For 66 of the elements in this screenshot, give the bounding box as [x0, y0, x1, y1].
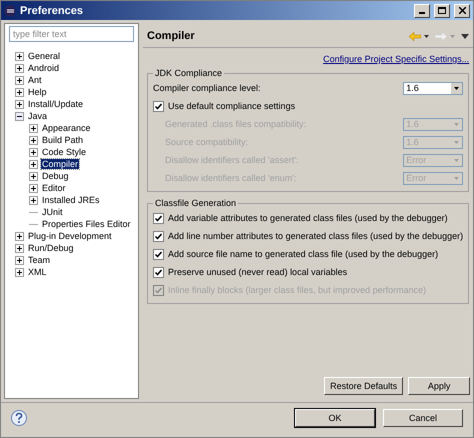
- expand-icon[interactable]: [29, 184, 38, 192]
- expand-icon[interactable]: [29, 136, 38, 144]
- tree-item[interactable]: General: [27, 51, 62, 61]
- close-button[interactable]: [454, 4, 470, 18]
- tree-item[interactable]: Plug-in Development: [27, 231, 113, 241]
- tree-item[interactable]: Run/Debug: [27, 243, 75, 253]
- tree-item[interactable]: Build Path: [41, 135, 84, 145]
- tree-item[interactable]: Compiler: [41, 159, 80, 169]
- tree-item[interactable]: Java: [27, 111, 48, 121]
- tree-item[interactable]: Appearance: [41, 123, 92, 133]
- expand-icon[interactable]: [15, 232, 24, 240]
- tree-item[interactable]: Android: [27, 63, 60, 73]
- tree-item[interactable]: JUnit: [41, 207, 64, 217]
- tree-item[interactable]: Team: [27, 255, 52, 265]
- checkbox-label: Add source file name to generated class file (used by the debugger): [168, 249, 440, 259]
- tree-item[interactable]: Properties Files Editor: [41, 219, 132, 229]
- tree-item[interactable]: Code Style: [41, 147, 88, 157]
- expand-icon[interactable]: [15, 256, 24, 264]
- window-title: Preferences: [20, 4, 84, 16]
- expand-icon[interactable]: [29, 172, 38, 180]
- dropdown-icon[interactable]: [424, 34, 430, 38]
- checkbox-label: Use default compliance settings: [168, 101, 296, 111]
- expand-icon[interactable]: [15, 64, 24, 72]
- checkbox-label: Add variable attributes to generated class files (used by the debugger): [168, 213, 449, 223]
- expand-icon[interactable]: [15, 244, 24, 252]
- help-icon[interactable]: [11, 410, 27, 426]
- checkbox[interactable]: [153, 266, 164, 278]
- configure-link[interactable]: Configure Project Specific Settings...: [323, 54, 470, 64]
- filter-field[interactable]: type filter text: [9, 26, 134, 42]
- page-title: Compiler: [147, 30, 196, 42]
- checkbox[interactable]: [153, 248, 164, 260]
- maximize-button[interactable]: [434, 4, 450, 18]
- tree-item[interactable]: Install/Update: [27, 99, 84, 109]
- tree-item[interactable]: Help: [27, 87, 48, 97]
- dialog-button[interactable]: Cancel: [383, 409, 463, 427]
- checkbox[interactable]: [153, 230, 164, 242]
- collapse-icon[interactable]: [15, 112, 24, 120]
- checkbox-label: Add line number attributes to generated class files (used by the debugger): [168, 231, 464, 241]
- checkbox-label: Preserve unused (never read) local variables: [168, 267, 348, 277]
- field-label: Compiler compliance level:: [153, 83, 262, 93]
- expand-icon[interactable]: [15, 88, 24, 96]
- view-menu-icon[interactable]: [461, 34, 470, 38]
- tree-item[interactable]: XML: [27, 267, 48, 277]
- dialog-button[interactable]: OK: [295, 409, 375, 427]
- checkbox[interactable]: [153, 212, 164, 224]
- tree-item[interactable]: Debug: [41, 171, 70, 181]
- expand-icon[interactable]: [15, 76, 24, 84]
- group-title: JDK Compliance: [154, 68, 224, 78]
- expand-icon[interactable]: [29, 148, 38, 156]
- group-title: Classfile Generation: [154, 198, 238, 208]
- expand-icon[interactable]: [29, 124, 38, 132]
- expand-icon[interactable]: [15, 52, 24, 60]
- expand-icon[interactable]: [29, 160, 38, 168]
- minimize-button[interactable]: [414, 4, 430, 18]
- dropdown[interactable]: 1.6: [403, 82, 464, 94]
- tree-item[interactable]: Installed JREs: [41, 195, 101, 205]
- tree-item[interactable]: Ant: [27, 75, 43, 85]
- page-button[interactable]: Apply: [408, 377, 470, 395]
- expand-icon[interactable]: [29, 196, 38, 204]
- close-icon: [458, 7, 466, 14]
- page-button[interactable]: Restore Defaults: [324, 377, 404, 395]
- expand-icon[interactable]: [15, 268, 24, 276]
- tree-item[interactable]: Editor: [41, 183, 67, 193]
- expand-icon[interactable]: [15, 100, 24, 108]
- checkbox[interactable]: [153, 100, 164, 112]
- maximize-icon: [438, 7, 446, 14]
